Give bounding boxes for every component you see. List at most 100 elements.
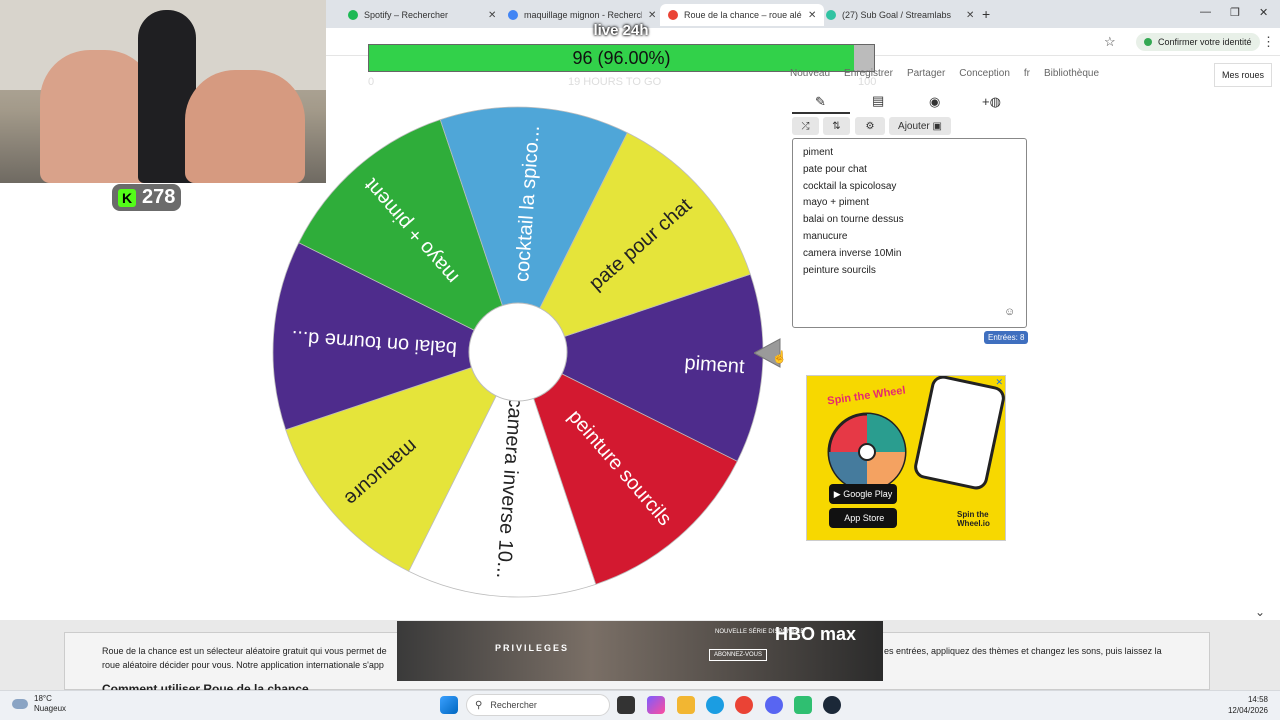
entry-line: piment (803, 147, 834, 158)
emoji-icon[interactable]: ☺ (1004, 306, 1015, 318)
active-tab-indicator (792, 112, 850, 114)
kick-viewer-badge: K 278 (112, 184, 181, 211)
ad-close-icon[interactable]: ✕ (995, 377, 1003, 388)
hbo-ad-title: PRIVILEGES (495, 643, 570, 653)
wheel-segment-label: piment (684, 352, 746, 378)
settings-button[interactable]: ⚙ (855, 117, 885, 135)
ad-phone-graphic (911, 376, 1005, 492)
entry-line: pate pour chat (803, 163, 867, 175)
live-goal-remaining: 19 HOURS TO GO (568, 76, 662, 88)
google-play-badge[interactable]: ▶ Google Play (829, 484, 897, 504)
steam-icon[interactable] (823, 696, 841, 714)
gear-icon: ⚙ (865, 120, 875, 132)
close-icon[interactable]: ✕ (488, 10, 496, 21)
clipboard-icon[interactable]: ▤ (872, 93, 884, 109)
menu-icon[interactable]: ⋮ (1262, 34, 1275, 50)
ad-title: Spin the Wheel (826, 384, 907, 408)
maximize-button[interactable]: ❐ (1230, 6, 1240, 19)
close-window-button[interactable]: ✕ (1259, 6, 1268, 19)
entry-line: camera inverse 10Min (803, 247, 902, 259)
entry-line: balai on tourne dessus (803, 214, 904, 226)
edge-icon[interactable] (706, 696, 724, 714)
close-icon[interactable]: ✕ (966, 10, 974, 21)
my-wheels-button[interactable]: Mes roues (1214, 63, 1272, 87)
entry-line: cocktail la spicolosay (803, 180, 897, 192)
clock-date: 12/04/2026 (1227, 706, 1268, 715)
entries-textarea[interactable]: piment pate pour chat cocktail la spicol… (792, 138, 1027, 328)
nav-language[interactable]: fr (1024, 68, 1030, 79)
nav-library[interactable]: Bibliothèque (1044, 68, 1099, 79)
search-icon: ⚲ (475, 699, 483, 711)
shuffle-icon: ⤮ (801, 120, 810, 132)
google-play-label: Google Play (843, 489, 893, 499)
hbo-max-ad[interactable]: PRIVILEGES NOUVELLE SÉRIE DISPONIBLE ABO… (397, 621, 883, 681)
tab-label: Spotify – Rechercher (364, 10, 449, 20)
identity-button[interactable]: Confirmer votre identité (1136, 33, 1260, 51)
close-icon[interactable]: ✕ (808, 10, 816, 21)
wheel-hub[interactable] (468, 302, 568, 402)
mouse-cursor-icon: ☝ (772, 350, 787, 364)
app-icon[interactable] (794, 696, 812, 714)
new-tab-button[interactable]: + (982, 6, 990, 22)
entry-line: mayo + piment (803, 197, 869, 209)
pencil-icon[interactable]: ✎ (815, 94, 826, 110)
clock-time: 14:58 (1247, 695, 1268, 704)
taskbar-clock[interactable]: 14:58 12/04/2026 (1222, 694, 1268, 716)
tab-label: maquillage mignon - Recherche (524, 10, 642, 20)
discord-icon[interactable] (765, 696, 783, 714)
spotify-icon (348, 10, 358, 20)
app-store-label: App Store (844, 513, 885, 523)
app-store-badge[interactable]: App Store (829, 508, 897, 528)
live-goal-min: 0 (368, 76, 375, 88)
wheel-of-fortune[interactable]: pimentpeinture sourcilscamera inverse 10… (270, 104, 766, 600)
description-text-continued: es entrées, appliquez des thèmes et chan… (884, 646, 1162, 656)
description-text: Roue de la chance est un sélecteur aléat… (102, 646, 387, 670)
site-nav: Nouveau Enregistrer Partager Conception … (790, 68, 1099, 79)
eye-slash-icon[interactable]: ◉ (929, 94, 940, 110)
tab-streamlabs[interactable]: (27) Sub Goal / Streamlabs ✕ (818, 4, 982, 26)
shuffle-button[interactable]: ⤮ (792, 117, 819, 135)
ad-brand: Spin the Wheel.io (957, 510, 990, 528)
entry-line: peinture sourcils (803, 264, 876, 276)
hbo-ad-subscribe-button[interactable]: ABONNEZ-VOUS (709, 649, 768, 661)
copilot-icon[interactable] (647, 696, 665, 714)
weather-widget[interactable]: 18°C Nuageux (12, 694, 66, 714)
chrome-icon[interactable] (735, 696, 753, 714)
nav-new[interactable]: Nouveau (790, 68, 830, 79)
weather-condition: Nuageux (34, 704, 67, 713)
kick-icon: K (118, 188, 136, 207)
nav-share[interactable]: Partager (907, 68, 945, 79)
identity-label: Confirmer votre identité (1158, 37, 1252, 47)
live-goal-title: live 24h (593, 22, 649, 39)
search-label: Rechercher (490, 700, 537, 710)
close-icon[interactable]: ✕ (648, 10, 656, 21)
tab-label: (27) Sub Goal / Streamlabs (842, 10, 952, 20)
cloud-icon (12, 699, 28, 709)
hbo-max-logo: HBO max (775, 624, 857, 644)
bookmark-star-icon[interactable]: ☆ (1104, 34, 1116, 50)
spin-wheel-ad[interactable]: Spin the Wheel ▶ Google Play App Store S… (806, 375, 1006, 541)
windows-taskbar (0, 690, 1280, 720)
nav-save[interactable]: Enregistrer (844, 68, 893, 79)
task-view-icon[interactable] (617, 696, 635, 714)
ad-wheel-graphic (827, 412, 907, 492)
sort-button[interactable]: ⇅ (823, 117, 850, 135)
add-image-button[interactable]: Ajouter ▣ (889, 117, 951, 135)
minimize-button[interactable]: — (1200, 6, 1211, 18)
tab-spotify[interactable]: Spotify – Rechercher ✕ (340, 4, 504, 26)
entry-line: manucure (803, 230, 848, 242)
viewer-count: 278 (142, 186, 176, 208)
wheel-favicon (668, 10, 678, 20)
tab-label: Roue de la chance – roue aléatoire (684, 10, 802, 20)
nav-design[interactable]: Conception (959, 68, 1010, 79)
windows-start-icon[interactable] (440, 696, 458, 714)
sort-icon: ⇅ (832, 120, 841, 132)
streamlabs-icon (826, 10, 836, 20)
chevron-down-icon[interactable]: ⌄ (1255, 605, 1265, 619)
image-icon: ▣ (932, 120, 942, 132)
taskbar-search[interactable]: ⚲ Rechercher (466, 694, 610, 716)
weather-temperature: 18°C (34, 694, 52, 703)
tab-wheel[interactable]: Roue de la chance – roue aléatoire ✕ (660, 4, 825, 26)
add-color-icon[interactable]: +◍ (982, 94, 1001, 110)
file-explorer-icon[interactable] (677, 696, 695, 714)
